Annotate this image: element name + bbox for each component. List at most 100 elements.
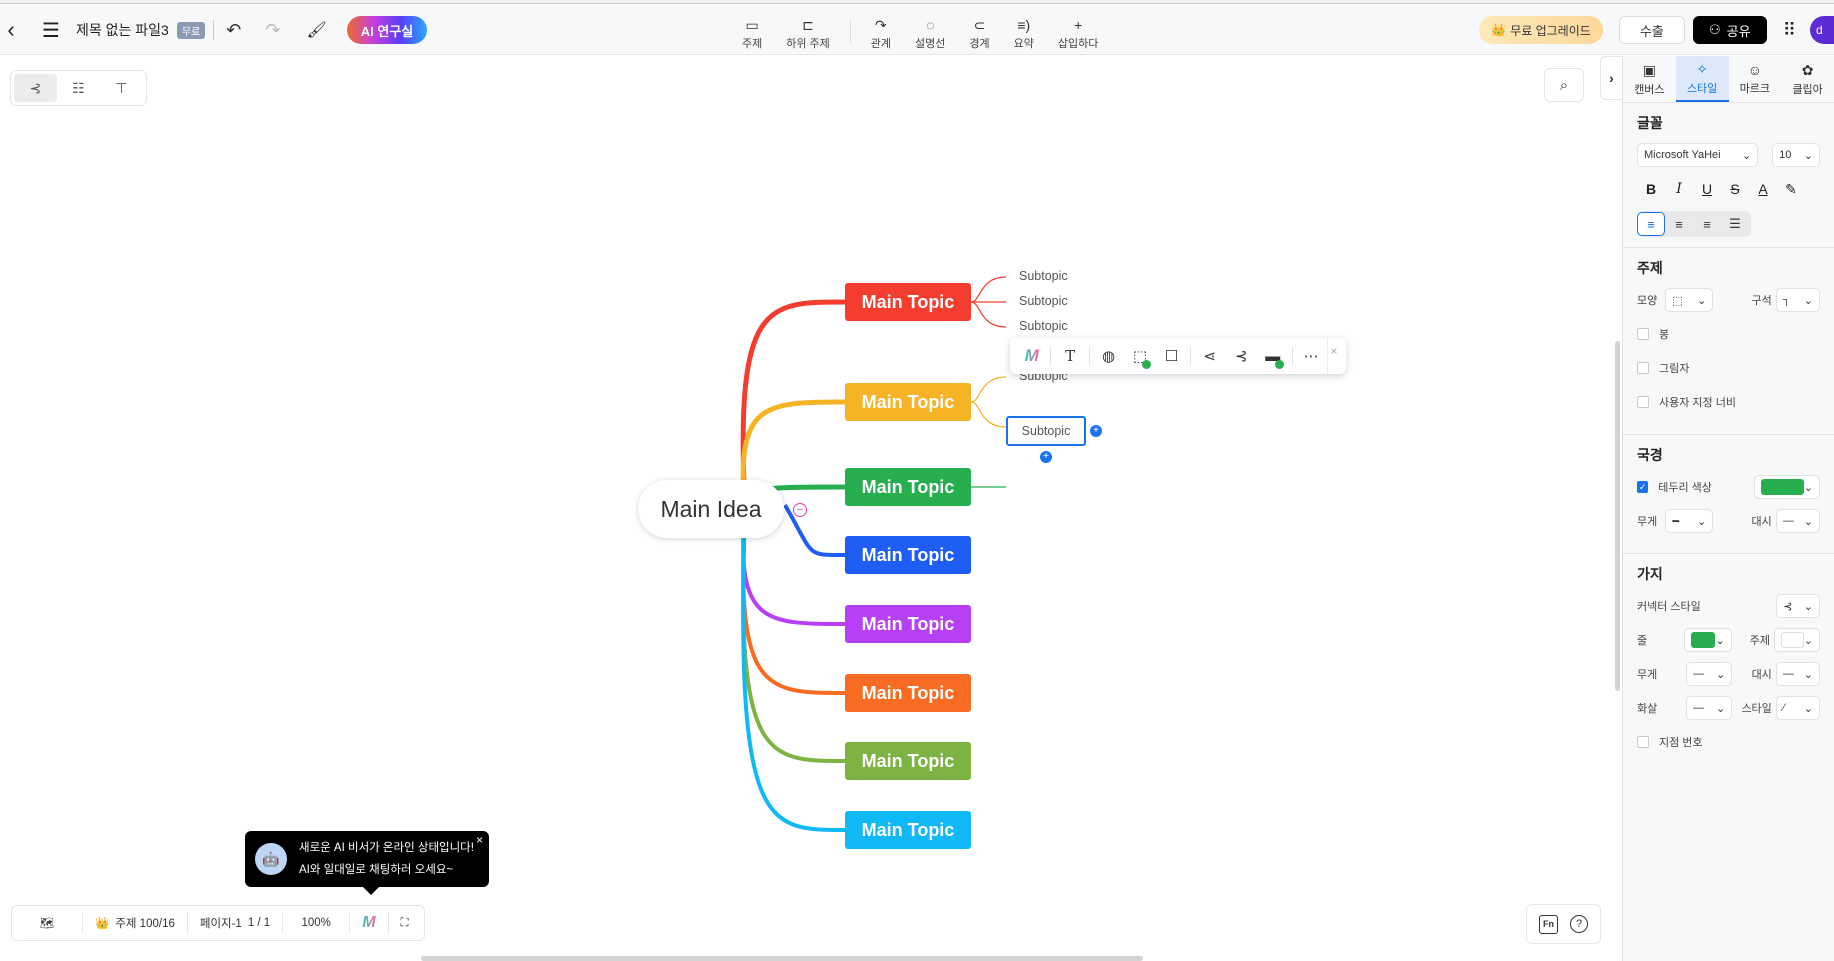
menu-icon[interactable]: ☰	[40, 18, 62, 43]
tool-callout[interactable]: ◌ 설명선	[915, 15, 945, 55]
ai-logo-icon[interactable]: M	[1016, 341, 1047, 371]
custom-width-checkbox[interactable]	[1637, 396, 1649, 408]
tab-clipart[interactable]: ✿ 클립아	[1781, 56, 1834, 102]
vertical-scrollbar[interactable]	[1615, 341, 1620, 691]
selected-subtopic[interactable]: Subtopic	[1006, 416, 1086, 446]
main-idea-node[interactable]: Main Idea	[638, 480, 784, 538]
more-icon[interactable]: ⋯	[1295, 341, 1326, 371]
strikethrough-icon[interactable]: S	[1721, 177, 1749, 201]
branch-numbering-checkbox[interactable]	[1637, 736, 1649, 748]
structure-select[interactable]: ┐ ⌄	[1775, 288, 1820, 312]
align-left-icon[interactable]: ≡	[1637, 212, 1665, 236]
tool-topic[interactable]: ▭ 주제	[742, 15, 762, 55]
tool-label: 요약	[1013, 38, 1034, 50]
panel-toggle-icon[interactable]: ›	[1600, 56, 1622, 100]
shape-select[interactable]: ⬚ ⌄	[1665, 288, 1714, 312]
arrow-select[interactable]: — ⌄	[1686, 696, 1733, 720]
zoom-level[interactable]: 100%	[283, 906, 349, 940]
tab-canvas[interactable]: ▣ 캔버스	[1623, 56, 1676, 102]
font-color-icon[interactable]: A	[1749, 177, 1777, 201]
shadow-checkbox[interactable]	[1637, 362, 1649, 374]
align-center-icon[interactable]: ≡	[1665, 212, 1693, 236]
close-icon[interactable]: ×	[1326, 338, 1340, 374]
bold-icon[interactable]: B	[1637, 177, 1665, 201]
map-icon[interactable]: 🗺	[12, 906, 82, 940]
line-color-label: 줄	[1637, 635, 1648, 647]
page-indicator[interactable]: 페이지-1 1 / 1	[188, 906, 282, 940]
font-family-value: Microsoft YaHei	[1644, 149, 1721, 161]
checkbox-label: 그림자	[1659, 363, 1690, 375]
topic-color-select[interactable]: ⌄	[1774, 628, 1820, 652]
main-topic-node[interactable]: Main Topic	[845, 468, 971, 506]
fullscreen-icon[interactable]: ⛶	[389, 906, 421, 940]
topic-counter[interactable]: 👑 주제 100/16	[83, 906, 187, 940]
main-topic-node[interactable]: Main Topic	[845, 536, 971, 574]
tool-insert[interactable]: + 삽입하다	[1058, 15, 1098, 55]
subtopic-node[interactable]: Subtopic	[1019, 269, 1068, 283]
tab-style[interactable]: ✧ 스타일	[1675, 56, 1729, 102]
line-icon: —	[1693, 702, 1705, 714]
tool-boundary[interactable]: ⊂ 경계	[969, 15, 989, 55]
collapse-icon[interactable]: −	[793, 503, 807, 517]
horizontal-scrollbar[interactable]	[421, 956, 1143, 961]
back-icon[interactable]: ‹	[2, 17, 20, 43]
subtopic-node[interactable]: Subtopic	[1019, 294, 1068, 308]
line-icon: —	[1782, 668, 1794, 680]
branch-weight-select[interactable]: — ⌄	[1686, 662, 1733, 686]
connector-icon[interactable]: ⊰	[1226, 341, 1257, 371]
highlight-icon[interactable]: ✎	[1777, 177, 1805, 201]
branch-style-select[interactable]: ⁄ ⌄	[1775, 696, 1821, 720]
border-weight-select[interactable]: ━ ⌄	[1665, 509, 1714, 533]
color-swatch	[1781, 632, 1804, 648]
underline-icon[interactable]: U	[1693, 177, 1721, 201]
border-color-select[interactable]: ⌄	[1754, 475, 1820, 499]
tab-mark[interactable]: ☺ 마르크	[1729, 56, 1782, 102]
main-topic-node[interactable]: Main Topic	[845, 605, 971, 643]
main-topic-node[interactable]: Main Topic	[845, 811, 971, 849]
share-button[interactable]: ⚇ 공유	[1692, 16, 1767, 44]
redo-icon[interactable]: ↷	[265, 20, 280, 41]
fill-icon[interactable]: ◍	[1093, 341, 1124, 371]
align-right-icon[interactable]: ≡	[1693, 212, 1721, 236]
connector-style-select[interactable]: ⊰ ⌄	[1776, 594, 1820, 618]
main-topic-node[interactable]: Main Topic	[845, 674, 971, 712]
align-justify-icon[interactable]: ☰	[1721, 212, 1749, 236]
font-size-select[interactable]: 10 ⌄	[1772, 143, 1820, 167]
apps-grid-icon[interactable]: ⠿	[1783, 20, 1796, 41]
close-icon[interactable]: ×	[476, 833, 483, 847]
subtopic-node[interactable]: Subtopic	[1019, 319, 1068, 333]
free-badge: 무료	[176, 21, 206, 39]
line-color-select[interactable]: ⌄	[1684, 628, 1732, 652]
tool-subtopic[interactable]: ⊏ 하위 주제	[786, 15, 830, 55]
export-button[interactable]: 수출	[1618, 16, 1685, 44]
main-topic-node[interactable]: Main Topic	[845, 383, 971, 421]
text-icon[interactable]: T	[1054, 341, 1085, 371]
document-title[interactable]: 제목 없는 파일3	[76, 20, 169, 40]
italic-icon[interactable]: I	[1665, 177, 1693, 201]
border-dash-select[interactable]: — ⌄	[1775, 509, 1820, 533]
format-painter-icon[interactable]: 🖌	[306, 20, 326, 40]
undo-icon[interactable]: ↶	[226, 20, 241, 41]
tool-relation[interactable]: ↷ 관계	[871, 15, 891, 55]
line-weight-icon[interactable]: ▬	[1257, 341, 1288, 371]
bong-checkbox[interactable]	[1637, 328, 1649, 340]
function-key-icon[interactable]: Fn	[1539, 914, 1558, 934]
upgrade-button[interactable]: 👑 무료 업그레이드	[1479, 16, 1603, 44]
avatar[interactable]: d	[1810, 16, 1834, 44]
mindmap-canvas[interactable]: ⊰ ☷ ⊤ ⌕ › Main Idea − Main Topic Subtopic…	[0, 56, 1622, 961]
main-topic-node[interactable]: Main Topic	[845, 283, 971, 321]
tool-summary[interactable]: ≡) 요약	[1014, 15, 1034, 55]
font-family-select[interactable]: Microsoft YaHei ⌄	[1637, 143, 1759, 167]
add-child-icon[interactable]: +	[1040, 451, 1052, 463]
shape-icon[interactable]: ☐	[1156, 341, 1187, 371]
ai-lab-button[interactable]: AI 연구실	[346, 16, 428, 44]
branch-line	[741, 508, 846, 763]
add-sibling-icon[interactable]: +	[1090, 425, 1102, 437]
branch-dash-select[interactable]: — ⌄	[1775, 662, 1821, 686]
border-icon[interactable]: ⬚	[1124, 341, 1155, 371]
border-color-checkbox[interactable]: ✓	[1637, 481, 1649, 493]
layout-icon[interactable]: ⋖	[1194, 341, 1225, 371]
help-icon[interactable]: ?	[1570, 915, 1588, 933]
ai-logo-icon[interactable]: M	[350, 906, 387, 940]
main-topic-node[interactable]: Main Topic	[845, 742, 971, 780]
